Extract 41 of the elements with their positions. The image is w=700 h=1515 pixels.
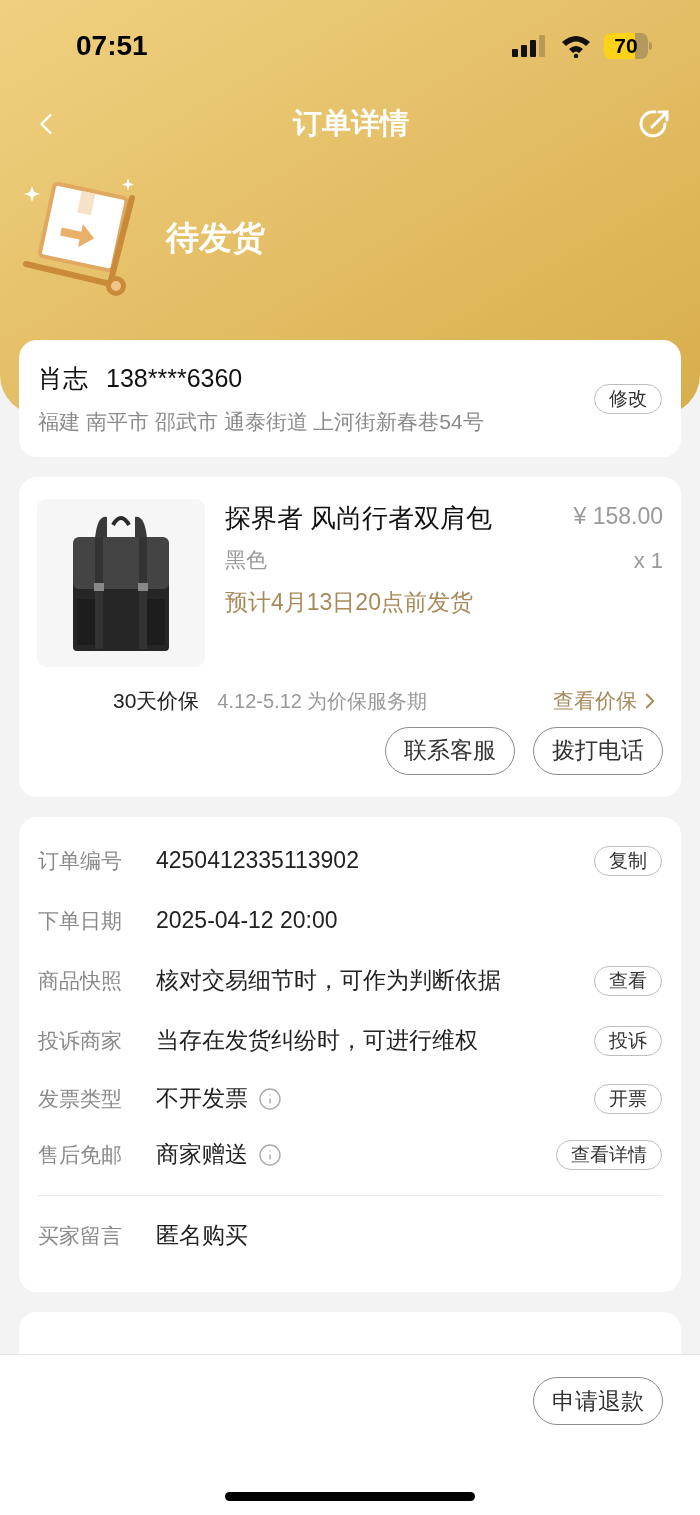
info-label: 下单日期 (38, 907, 123, 934)
product-variant: 黑色 (225, 547, 267, 573)
info-label: 售后免邮 (38, 1141, 123, 1168)
action-button[interactable]: 查看详情 (556, 1139, 662, 1170)
info-value: 4250412335113902 (156, 846, 359, 876)
home-indicator[interactable] (225, 1492, 475, 1501)
info-value: 2025-04-12 20:00 (156, 906, 338, 936)
status-time: 07:51 (76, 29, 148, 63)
info-value: 当存在发货纠纷时，可进行维权 (156, 1026, 478, 1056)
action-button[interactable]: 联系客服 (385, 726, 515, 775)
recipient-phone: 138****6360 (106, 363, 243, 394)
info-value: 不开发票 (156, 1084, 248, 1114)
info-label: 投诉商家 (38, 1027, 123, 1054)
info-label: 发票类型 (38, 1085, 123, 1112)
action-button[interactable]: 投诉 (594, 1025, 662, 1056)
order-status: 待发货 (166, 218, 265, 259)
info-value: 匿名购买 (156, 1221, 248, 1251)
action-button[interactable]: 复制 (594, 845, 662, 876)
info-value: 核对交易细节时，可作为判断依据 (156, 966, 501, 996)
price-protection-period: 4.12-5.12 为价保服务期 (217, 688, 428, 714)
product-quantity: x 1 (633, 547, 663, 575)
product-price: ¥ 158.00 (573, 502, 663, 531)
action-button[interactable]: 查看 (594, 965, 662, 996)
product-title: 探界者 风尚行者双肩包 (225, 502, 493, 535)
info-icon[interactable] (258, 1086, 282, 1111)
recipient-name: 肖志 (38, 363, 88, 394)
price-protection-label: 30天价保 (113, 688, 200, 714)
info-label: 买家留言 (38, 1222, 123, 1249)
info-label: 商品快照 (38, 967, 123, 994)
action-button[interactable]: 拨打电话 (533, 726, 663, 775)
info-label: 订单编号 (38, 847, 123, 874)
page-title: 订单详情 (293, 106, 409, 142)
signal-icon (512, 35, 548, 57)
info-icon[interactable] (258, 1142, 282, 1167)
action-button[interactable]: 修改 (594, 383, 662, 414)
info-value: 商家赠送 (156, 1140, 248, 1170)
delivery-estimate: 预计4月13日20点前发货 (225, 588, 474, 617)
address-text: 福建 南平市 邵武市 通泰街道 上河街新春巷54号 (38, 408, 484, 435)
wifi-icon (560, 34, 592, 58)
action-button[interactable]: 申请退款 (533, 1377, 663, 1425)
action-button[interactable]: 开票 (594, 1083, 662, 1114)
